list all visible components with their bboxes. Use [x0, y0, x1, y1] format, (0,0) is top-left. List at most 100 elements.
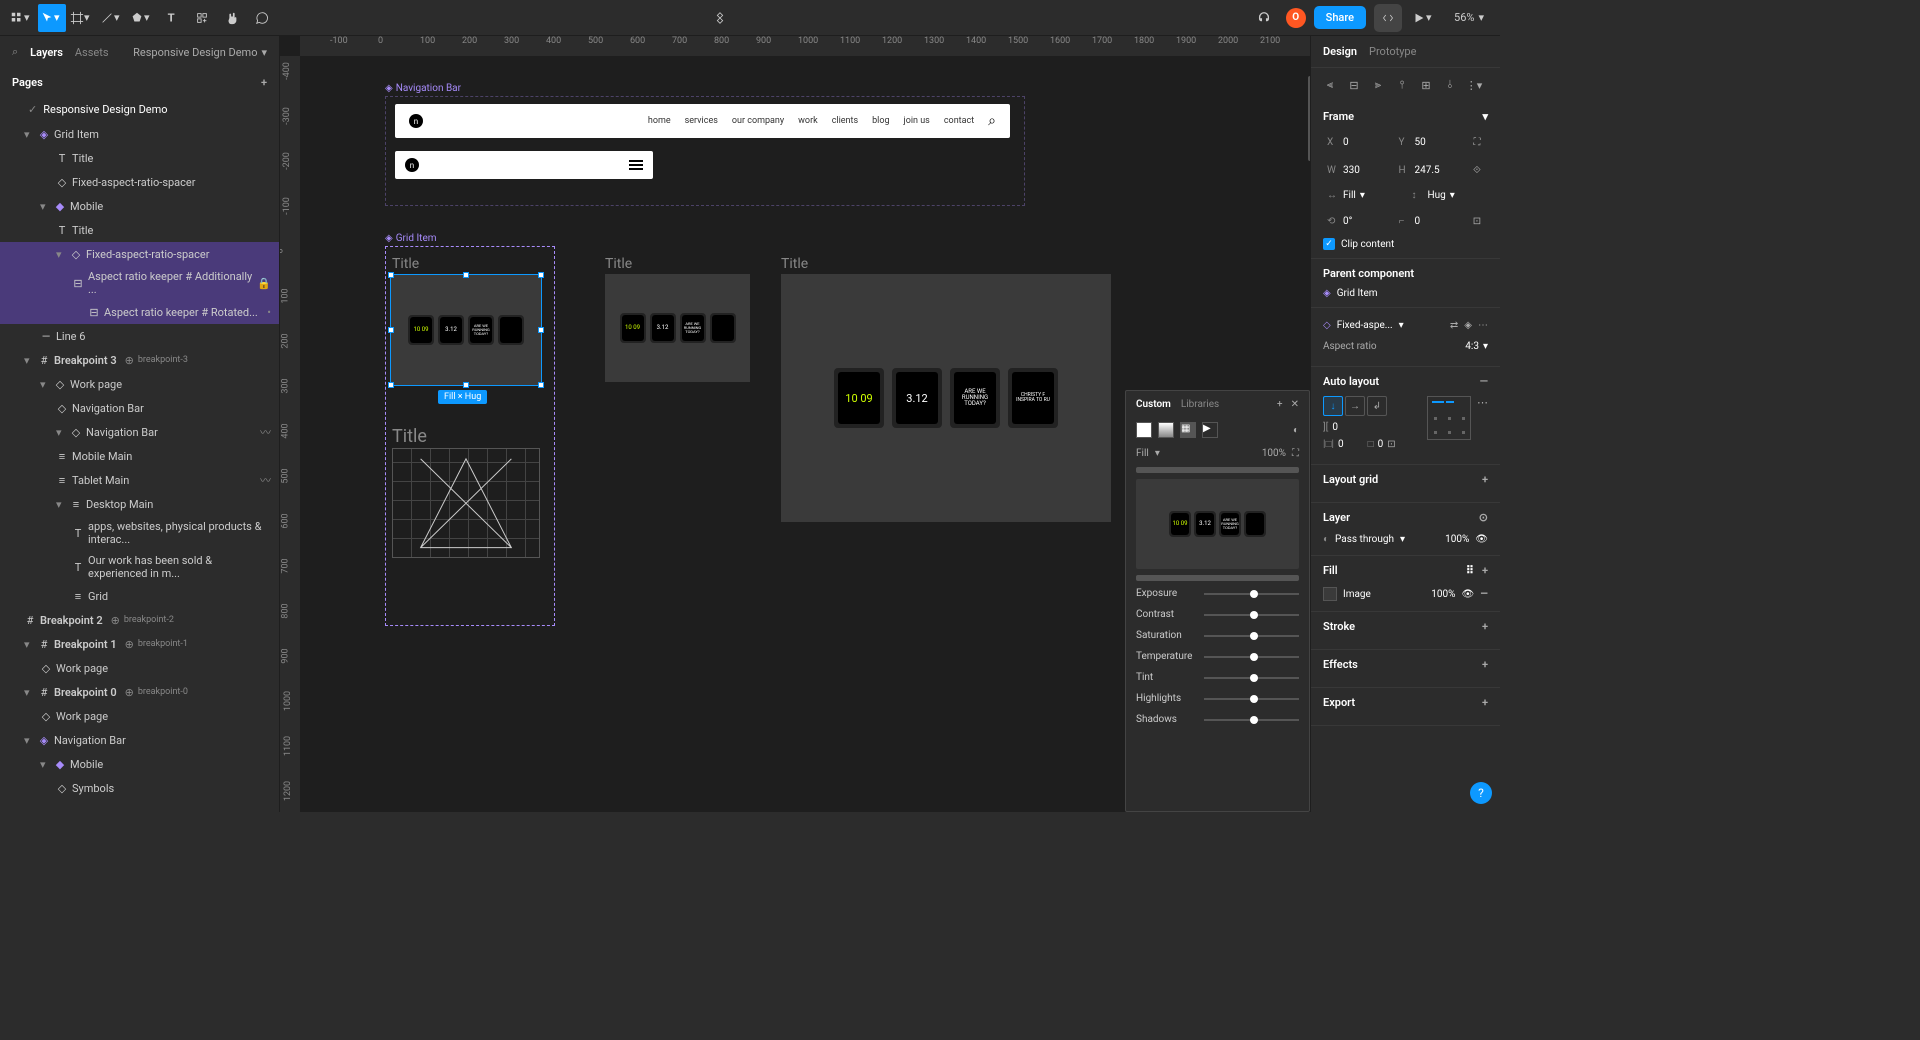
al-vertical-icon[interactable]: ↓ — [1323, 396, 1343, 416]
add-page-icon[interactable]: + — [261, 76, 267, 89]
slider-tint[interactable]: Tint — [1126, 667, 1309, 688]
file-name[interactable]: Responsive Design Demo▾ — [133, 46, 267, 59]
fill-mode[interactable]: Fill — [1136, 448, 1149, 459]
layer-symbols[interactable]: ◇Symbols — [0, 776, 279, 800]
prototype-tab[interactable]: Prototype — [1369, 45, 1416, 58]
indiv-corners-icon[interactable]: ⊡ — [1466, 210, 1488, 232]
align-bottom-icon[interactable]: ⫰ — [1439, 74, 1461, 96]
burger-icon[interactable] — [629, 160, 643, 170]
indiv-pad-icon[interactable]: ⊡ — [1387, 439, 1395, 450]
lock-icon[interactable]: 🔒 — [257, 277, 271, 290]
audio-icon[interactable] — [1250, 4, 1278, 32]
layer-apps[interactable]: Tapps, websites, physical products & int… — [0, 516, 279, 550]
fill-image-label[interactable]: Image — [1343, 589, 1371, 600]
help-button[interactable]: ? — [1470, 782, 1492, 804]
effects-add-icon[interactable]: + — [1482, 658, 1488, 671]
variant-name[interactable]: Fixed-aspe... — [1337, 320, 1393, 331]
x-field[interactable]: X0 — [1323, 134, 1391, 151]
layer-workpage[interactable]: ▾◇Work page — [0, 372, 279, 396]
fill-remove-icon[interactable]: — — [1480, 589, 1488, 600]
gradient-swatch[interactable] — [1158, 422, 1174, 438]
image-preview[interactable]: 10 09 3.12 ARE WE RUNNING TODAY? — [1136, 479, 1299, 569]
navbar-frame-label[interactable]: ◈Navigation Bar — [385, 83, 461, 94]
watch-image-3[interactable]: 10 09 3.12 ARE WE RUNNING TODAY? CHRISTY… — [781, 274, 1111, 522]
libraries-tab[interactable]: Libraries — [1181, 399, 1219, 410]
placeholder-image[interactable] — [392, 448, 540, 558]
layers-tab[interactable]: Layers — [30, 46, 63, 59]
layer-bp1[interactable]: ▾#Breakpoint 1⊕breakpoint-1 — [0, 632, 279, 656]
layer-bp3[interactable]: ▾#Breakpoint 3⊕breakpoint-3 — [0, 348, 279, 372]
layer-navbar2[interactable]: ▾◇Navigation Bar〰 — [0, 420, 279, 444]
text-tool[interactable]: T — [158, 4, 186, 32]
layer-title[interactable]: TTitle — [0, 146, 279, 170]
clip-content-check[interactable]: ✓Clip content — [1323, 238, 1488, 250]
component-indicator-icon[interactable] — [706, 4, 734, 32]
align-top-icon[interactable]: ⫯ — [1391, 74, 1413, 96]
layer-aspect-rot[interactable]: ⊟Aspect ratio keeper # Rotated...• — [0, 300, 279, 324]
layer-grid[interactable]: ≡Grid — [0, 584, 279, 608]
more-icon[interactable]: ⋯ — [1478, 320, 1488, 331]
stroke-add-icon[interactable]: + — [1482, 620, 1488, 633]
w-field[interactable]: W330 — [1323, 162, 1391, 179]
layer-fixed-spacer-sel[interactable]: ▾◇Fixed-aspect-ratio-spacer — [0, 242, 279, 266]
blend-icon[interactable]: ◐ — [1293, 425, 1299, 436]
nav-mobile[interactable]: n — [395, 151, 653, 179]
main-menu[interactable]: ▾ — [8, 4, 36, 32]
watch-image-2[interactable]: 10 09 3.12 ARE WE RUNNING TODAY? — [605, 274, 750, 382]
layer-workpage3[interactable]: ◇Work page — [0, 704, 279, 728]
distribute-icon[interactable]: ⋮▾ — [1463, 74, 1485, 96]
w-mode[interactable]: ↔Fill▾ — [1323, 187, 1404, 204]
comment-tool[interactable] — [248, 4, 276, 32]
assets-tab[interactable]: Assets — [75, 46, 109, 59]
share-button[interactable]: Share — [1314, 6, 1366, 29]
nav-desktop[interactable]: n homeservicesour companyworkclientsblog… — [395, 104, 1010, 138]
align-hcenter-icon[interactable]: ⊟ — [1343, 74, 1365, 96]
avatar[interactable]: O — [1286, 8, 1306, 28]
custom-tab[interactable]: Custom — [1136, 399, 1171, 410]
image-swatch[interactable]: ▦ — [1180, 422, 1196, 438]
padh-field[interactable]: 0 — [1338, 439, 1344, 450]
abs-position-icon[interactable]: ⛶ — [1466, 131, 1488, 153]
solid-swatch[interactable] — [1136, 422, 1152, 438]
video-swatch[interactable]: ▶ — [1202, 422, 1218, 438]
layer-opacity[interactable]: 100% — [1445, 534, 1469, 545]
h-mode[interactable]: ↕Hug▾ — [1408, 187, 1489, 204]
zoom-level[interactable]: 56%▾ — [1446, 11, 1492, 24]
slider-highlights[interactable]: Highlights — [1126, 688, 1309, 709]
layer-bp2[interactable]: #Breakpoint 2⊕breakpoint-2 — [0, 608, 279, 632]
frame-tool[interactable]: ▾ — [68, 4, 96, 32]
layer-mobile[interactable]: ▾◆Mobile — [0, 194, 279, 218]
align-left-icon[interactable]: ⫷ — [1319, 74, 1341, 96]
slider-saturation[interactable]: Saturation — [1126, 625, 1309, 646]
fill-swatch[interactable] — [1323, 587, 1337, 601]
slider-exposure[interactable]: Exposure — [1126, 583, 1309, 604]
layer-aspect-add[interactable]: ⊟Aspect ratio keeper # Additionally ...🔒 — [0, 266, 279, 300]
move-tool[interactable]: ▾ — [38, 4, 66, 32]
layer-fixed-spacer[interactable]: ◇Fixed-aspect-ratio-spacer — [0, 170, 279, 194]
hand-tool[interactable] — [218, 4, 246, 32]
export-add-icon[interactable]: + — [1482, 696, 1488, 709]
pen-tool[interactable]: ▾ — [98, 4, 126, 32]
fill-add-icon[interactable]: + — [1482, 564, 1488, 577]
present-button[interactable]: ▾ — [1410, 4, 1438, 32]
grid-item-label[interactable]: ◈Grid Item — [385, 233, 437, 244]
swap-icon[interactable]: ⇄ — [1450, 320, 1458, 331]
close-icon[interactable]: ✕ — [1291, 399, 1299, 410]
lock-aspect-icon[interactable]: ⟐ — [1466, 159, 1488, 181]
alignment-grid[interactable] — [1427, 396, 1471, 440]
al-wrap-icon[interactable]: ↲ — [1367, 396, 1387, 416]
layer-mobile2[interactable]: ▾◆Mobile — [0, 752, 279, 776]
layer-desktopmain[interactable]: ▾≡Desktop Main — [0, 492, 279, 516]
layer-grid-item[interactable]: ▾◈Grid Item — [0, 122, 279, 146]
al-horizontal-icon[interactable]: → — [1345, 396, 1365, 416]
radius-field[interactable]: ⌐0 — [1395, 213, 1463, 230]
layer-mobilemain[interactable]: ≡Mobile Main — [0, 444, 279, 468]
search-icon[interactable]: ⌕ — [12, 45, 18, 59]
crop-icon[interactable]: ⛶ — [1292, 448, 1299, 459]
layer-navbar[interactable]: ◇Navigation Bar — [0, 396, 279, 420]
watch-image-selected[interactable]: 10 09 3.12 ARE WE RUNNING TODAY? — [390, 274, 542, 386]
al-more-icon[interactable]: ⋯ — [1477, 396, 1488, 409]
gap-field[interactable]: 0 — [1332, 422, 1338, 433]
layer-style-icon[interactable]: ⊙ — [1479, 511, 1488, 524]
dev-mode-button[interactable] — [1374, 4, 1402, 32]
